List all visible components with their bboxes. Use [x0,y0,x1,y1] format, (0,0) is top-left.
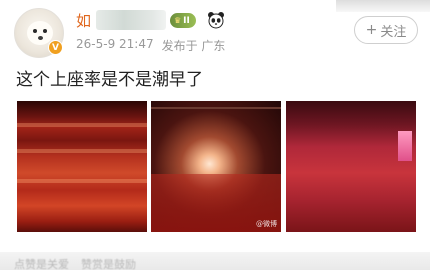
photo-2-lighting-rig [151,107,281,109]
avatar-eye-right [43,29,47,33]
crown-icon: ♛ [174,16,182,25]
photo-3-crowd [286,101,416,232]
photo-2-watermark: @微博 [256,220,277,228]
photo-2[interactable]: @微博 [151,101,281,232]
footer-left: 点赞是关爱 [14,258,69,270]
photo-3[interactable] [286,101,416,232]
top-right-obscured [336,0,430,12]
username[interactable]: 如 [76,10,91,31]
panda-icon [208,12,224,29]
photo-1-tier-line [17,179,147,183]
avatar-eye-left [33,29,37,33]
footer-text: 点赞是关爱 赞赏是鼓励 [14,256,136,270]
plus-icon: + [365,22,378,38]
follow-button[interactable]: + 关注 [354,16,418,44]
level-badge-label: II [183,15,190,26]
verified-v-icon: V [48,40,63,55]
photo-1-crowd [17,101,147,232]
footer-right: 赞赏是鼓励 [81,258,136,270]
post-timestamp: 26-5-9 21:47 [76,37,154,51]
photo-3-screen [398,131,412,161]
post-location: 发布于 广东 [161,39,226,53]
post-text: 这个上座率是不是潮早了 [16,70,203,90]
post-meta: 26-5-9 21:47 发布于 广东 [76,37,225,54]
follow-button-label: 关注 [380,24,407,40]
photo-1[interactable] [17,101,147,232]
level-badge[interactable]: ♛ II [170,13,196,28]
photo-1-tier-line [17,149,147,153]
avatar-nose [38,36,43,40]
photo-1-tier-line [17,123,147,127]
username-redacted-blur [96,10,166,30]
